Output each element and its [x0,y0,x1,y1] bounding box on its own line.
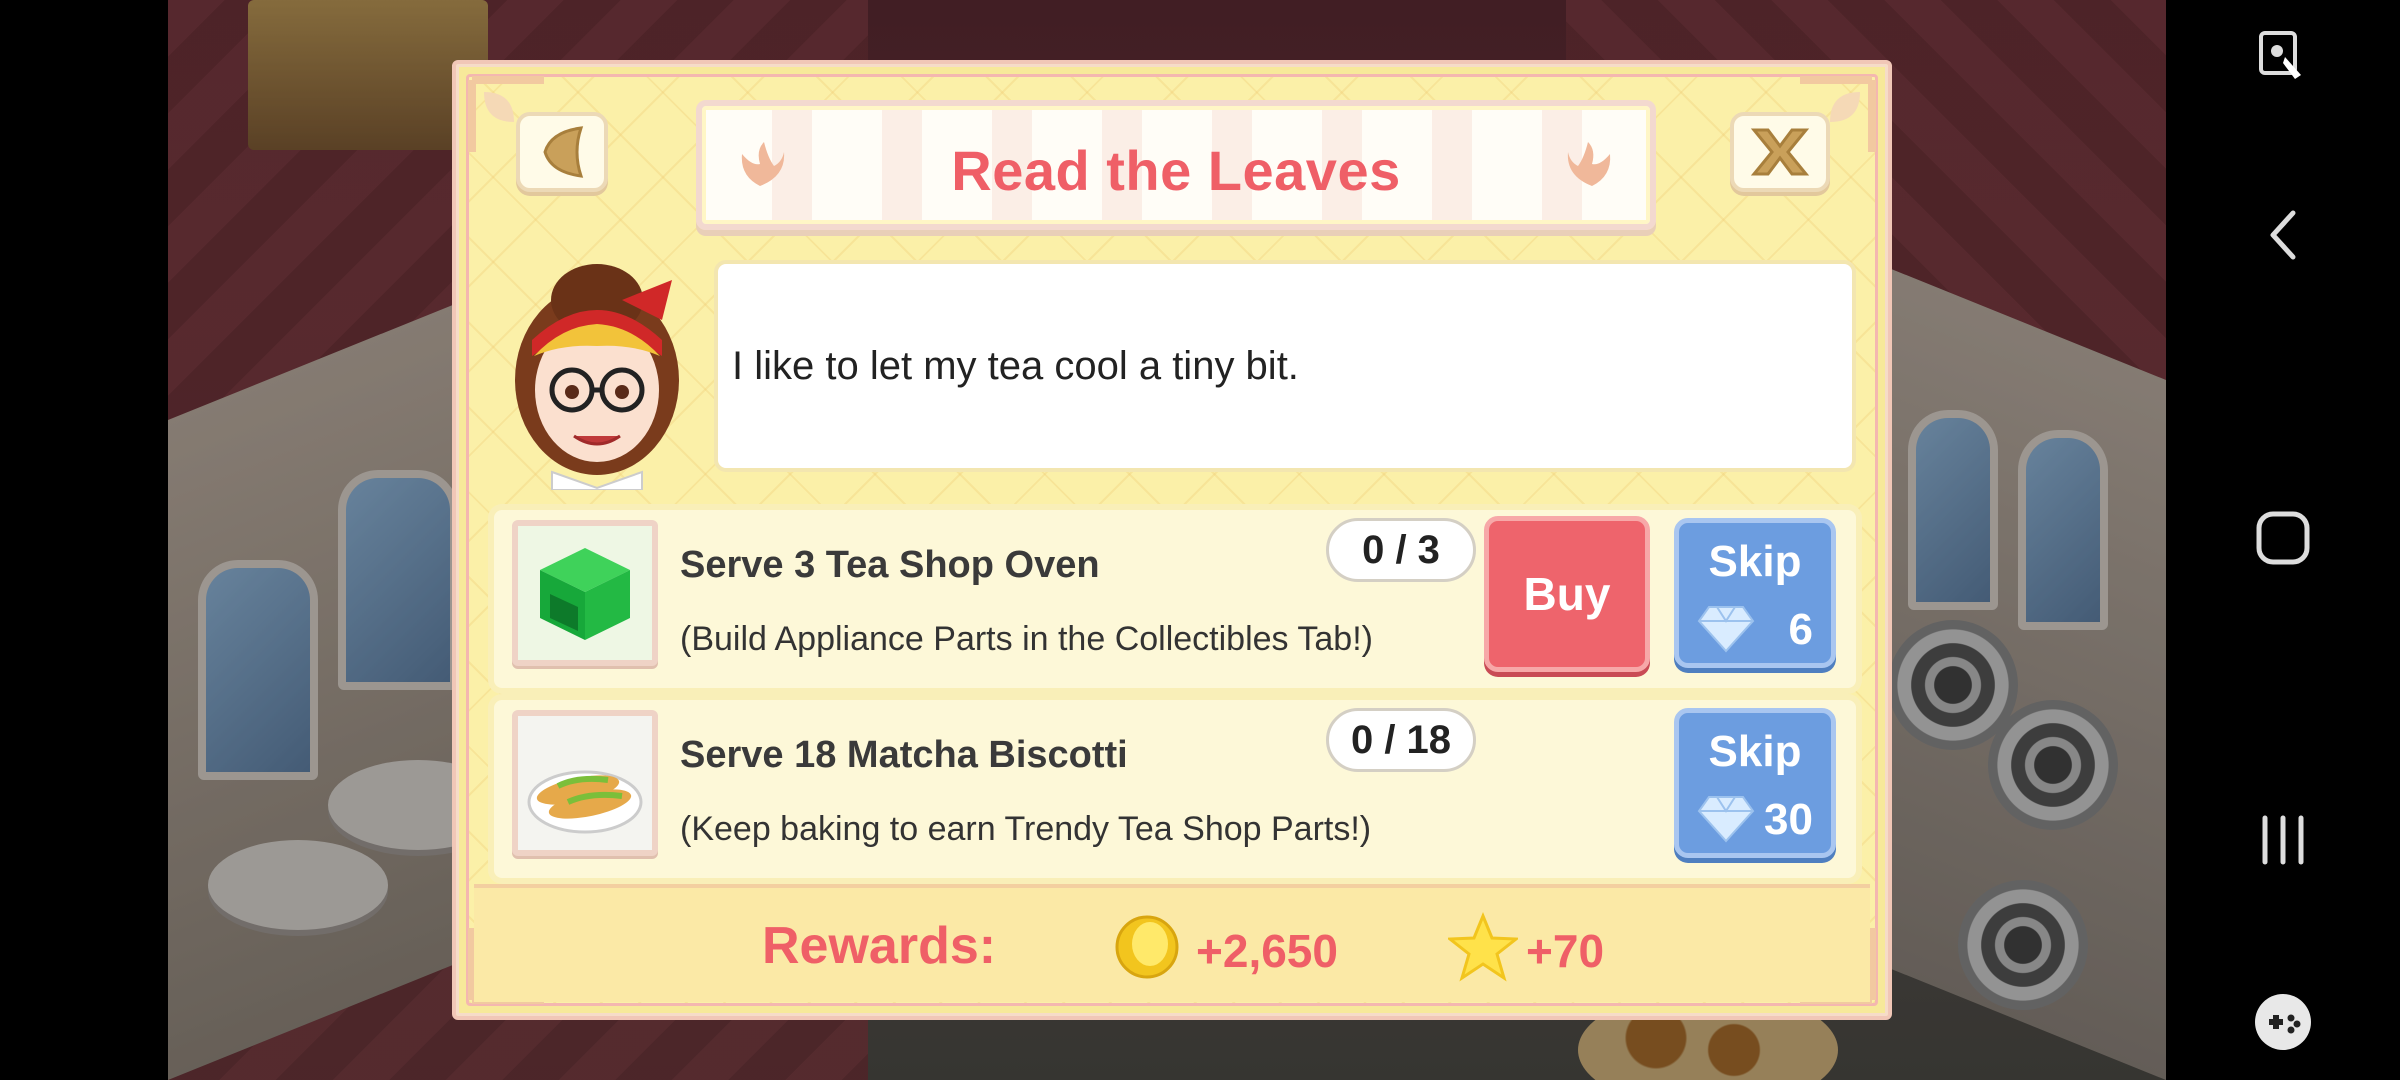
page-title: Read the Leaves [951,139,1401,202]
chef-avatar [515,264,679,490]
coin-reward: +2,650 [1196,925,1338,977]
skip-button[interactable]: Skip 30 [1674,708,1836,858]
task-name: Serve 18 Matcha Biscotti [680,734,1128,776]
green-oven-icon [540,548,630,640]
skip-cost: 6 [1788,605,1813,654]
back-arrow-icon [543,126,584,178]
gem-icon [1697,796,1755,843]
back-nav-icon[interactable] [2166,200,2400,270]
coin-icon [1115,915,1179,979]
flourish-icon [1567,142,1611,186]
task-hint: (Keep baking to earn Trendy Tea Shop Par… [680,810,1372,848]
rewards-label: Rewards: [762,917,997,975]
skip-label: Skip [1708,537,1802,586]
buy-button[interactable]: Buy [1484,516,1650,672]
close-button[interactable] [1730,112,1830,192]
screen: Read the Leaves I like to let my tea coo… [0,0,2400,1080]
game-tools-icon[interactable] [2166,984,2400,1060]
skip-button[interactable]: Skip 6 [1674,518,1836,668]
task-row: Serve 3 Tea Shop Oven (Build Appliance P… [494,510,1856,688]
screen-pin-icon[interactable] [2166,22,2400,92]
biscotti-plate-icon [527,770,643,834]
title-banner: Read the Leaves [696,100,1656,230]
star-reward: +70 [1526,925,1605,977]
home-nav-icon[interactable] [2166,500,2400,576]
gem-icon [1697,606,1755,653]
task-thumbnail [512,520,658,666]
task-name: Serve 3 Tea Shop Oven [680,544,1100,586]
close-x-icon [1750,128,1810,176]
task-progress: 0 / 3 [1326,518,1476,582]
task-progress: 0 / 18 [1326,708,1476,772]
system-nav-bar [2166,0,2400,1080]
task-thumbnail [512,710,658,856]
quest-dialog: Read the Leaves I like to let my tea coo… [452,60,1892,1020]
skip-label: Skip [1708,727,1802,776]
rewards-bar: Rewards: +2,650 +70 [474,884,1870,1002]
back-button[interactable] [516,112,608,192]
speech-text: I like to let my tea cool a tiny bit. [732,343,1299,388]
skip-cost: 30 [1764,795,1813,844]
task-row: Serve 18 Matcha Biscotti (Keep baking to… [494,700,1856,878]
task-hint: (Build Appliance Parts in the Collectibl… [680,620,1373,658]
star-icon [1448,912,1518,982]
recents-nav-icon[interactable] [2166,802,2400,878]
speech-bubble: I like to let my tea cool a tiny bit. [714,260,1856,472]
